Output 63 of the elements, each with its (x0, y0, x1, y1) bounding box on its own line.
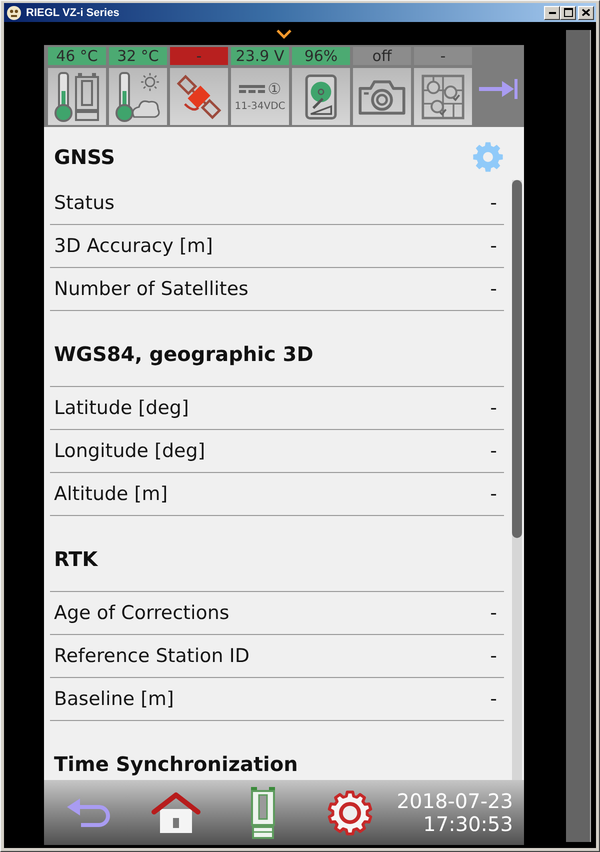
status-reading: - (170, 47, 228, 65)
status-reading: 96% (292, 47, 350, 65)
field-value: - (490, 687, 497, 711)
field-label: Baseline [m] (54, 687, 174, 711)
date-text: 2018-07-23 (396, 790, 513, 812)
field-value: - (490, 234, 497, 258)
window-title: RIEGL VZ-i Series (26, 6, 120, 20)
status-tile-button[interactable] (353, 68, 411, 125)
status-tile-button[interactable]: ① 11-34VDC (231, 68, 289, 125)
gear-icon (473, 142, 503, 172)
settings-button[interactable] (325, 790, 375, 836)
chevron-down-icon[interactable] (276, 29, 292, 39)
field-value: - (490, 191, 497, 215)
thermometer-scanner-icon (54, 72, 100, 122)
grid-check-icon (421, 74, 465, 120)
field-label: Longitude [deg] (54, 439, 206, 463)
field-label: Reference Station ID (54, 644, 250, 668)
status-tile-button[interactable] (48, 68, 106, 125)
scanner-icon (248, 786, 278, 838)
status-reading: 23.9 V (231, 47, 289, 65)
app-icon (7, 6, 21, 20)
field-label: Status (54, 191, 115, 215)
maximize-button[interactable] (560, 6, 576, 20)
side-scrollbar[interactable] (566, 30, 591, 842)
status-reading: 32 °C (109, 47, 167, 65)
field-value: - (490, 644, 497, 668)
home-icon (151, 792, 201, 834)
home-button[interactable] (151, 792, 201, 834)
status-tile-button[interactable] (292, 68, 350, 125)
field-label: Altitude [m] (54, 482, 168, 506)
scrollbar-thumb[interactable] (512, 180, 522, 538)
section-title: RTK (54, 547, 98, 571)
field-value: - (490, 277, 497, 301)
field-label: Age of Corrections (54, 601, 230, 625)
close-icon (582, 9, 590, 16)
status-tile-button[interactable] (414, 68, 472, 125)
field-value: - (490, 482, 497, 506)
minimize-button[interactable] (544, 6, 560, 20)
dc-symbol-icon (238, 84, 265, 92)
status-tile-button[interactable] (170, 68, 228, 125)
section-title: WGS84, geographic 3D (54, 342, 314, 366)
field-value: - (490, 396, 497, 420)
section-title: GNSS (54, 145, 116, 169)
status-reading: 46 °C (48, 47, 106, 65)
status-tile-button[interactable] (109, 68, 167, 125)
gear-icon (327, 790, 373, 836)
time-text: 17:30:53 (423, 812, 513, 836)
arrow-to-bar-icon (478, 78, 518, 100)
close-button[interactable] (578, 6, 594, 20)
field-label: Latitude [deg] (54, 396, 189, 420)
minimize-icon (548, 12, 556, 14)
status-reading: off (353, 47, 411, 65)
back-arrow-icon (67, 798, 111, 828)
maximize-icon (564, 8, 572, 17)
field-label: 3D Accuracy [m] (54, 234, 213, 258)
thermometer-sun-cloud-icon (115, 72, 161, 122)
field-value: - (490, 601, 497, 625)
field-value: - (490, 439, 497, 463)
satellite-icon (176, 74, 222, 120)
field-label: Number of Satellites (54, 277, 248, 301)
status-reading: - (414, 47, 472, 65)
section-title: Time Synchronization (54, 752, 298, 776)
camera-icon (357, 78, 407, 116)
